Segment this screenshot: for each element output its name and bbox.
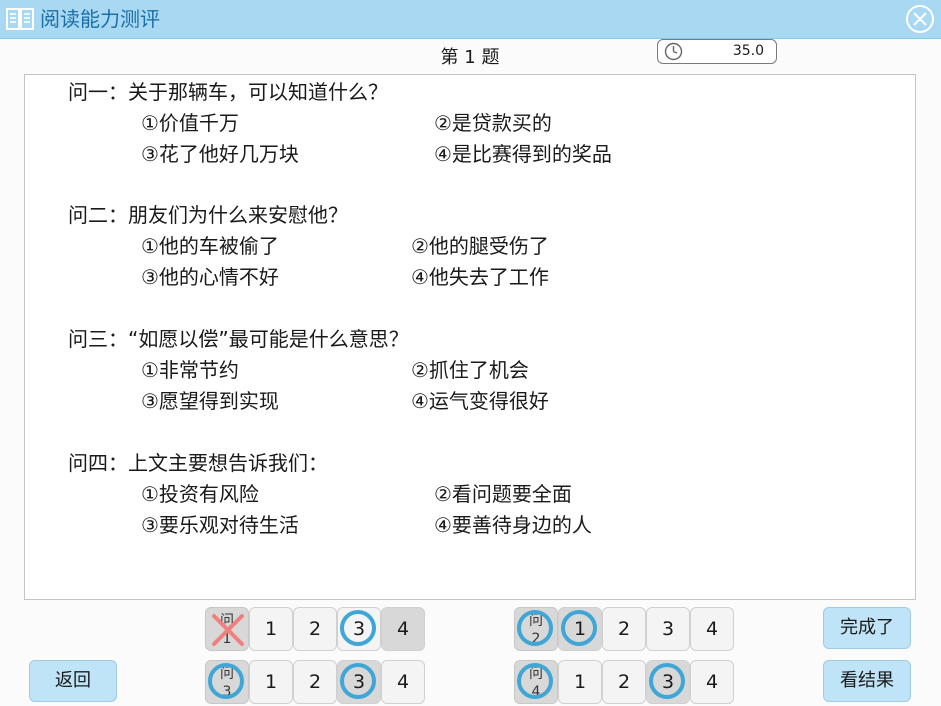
- q3-option-4: ④运气变得很好: [411, 389, 549, 413]
- question-3-text: 问三：“如愿以偿”最可能是什么意思？: [68, 327, 409, 351]
- answer-row-q1: 问 1 1 2 3 4: [205, 607, 425, 653]
- q2-option-3: ③他的心情不好: [141, 265, 279, 289]
- q3-option-3: ③愿望得到实现: [141, 389, 279, 413]
- q2-option-1: ①他的车被偷了: [141, 234, 279, 258]
- clock-icon: [664, 42, 683, 61]
- question-1-text: 问一：关于那辆车，可以知道什么？: [68, 80, 388, 104]
- answer-label-q2[interactable]: 问 2: [514, 607, 558, 651]
- q1-option-4: ④是比赛得到的奖品: [434, 142, 612, 166]
- answer-q1-choice-2[interactable]: 2: [293, 607, 337, 651]
- timer: 35.0: [657, 39, 777, 64]
- question-4-text: 问四：上文主要想告诉我们：: [68, 451, 328, 475]
- q2-option-2: ②他的腿受伤了: [411, 234, 549, 258]
- answer-row-q4: 问 4 1 2 3 4: [514, 660, 734, 706]
- answer-q2-choice-2[interactable]: 2: [602, 607, 646, 651]
- q3-option-2: ②抓住了机会: [411, 358, 529, 382]
- answer-q4-choice-4[interactable]: 4: [690, 660, 734, 704]
- answer-q1-choice-4[interactable]: 4: [381, 607, 425, 651]
- book-icon: [6, 8, 34, 30]
- answer-q3-choice-1[interactable]: 1: [249, 660, 293, 704]
- answer-label-q1[interactable]: 问 1: [205, 607, 249, 651]
- answer-q4-choice-3[interactable]: 3: [646, 660, 690, 704]
- back-button[interactable]: 返回: [29, 660, 117, 702]
- close-button[interactable]: [906, 5, 934, 33]
- answer-q2-choice-1[interactable]: 1: [558, 607, 602, 651]
- q4-option-1: ①投资有风险: [141, 482, 259, 506]
- answer-q1-choice-3[interactable]: 3: [337, 607, 381, 651]
- answer-q4-choice-2[interactable]: 2: [602, 660, 646, 704]
- app-title: 阅读能力测评: [40, 7, 160, 31]
- q1-option-1: ①价值千万: [141, 111, 239, 135]
- view-results-button[interactable]: 看结果: [823, 660, 911, 702]
- answer-q2-choice-3[interactable]: 3: [646, 607, 690, 651]
- timer-value: 35.0: [732, 43, 764, 59]
- done-button[interactable]: 完成了: [823, 607, 911, 649]
- answer-q3-choice-4[interactable]: 4: [381, 660, 425, 704]
- close-icon: [913, 12, 927, 26]
- answer-q4-choice-1[interactable]: 1: [558, 660, 602, 704]
- question-2-text: 问二：朋友们为什么来安慰他？: [68, 203, 348, 227]
- q2-option-4: ④他失去了工作: [411, 265, 549, 289]
- answer-q1-choice-1[interactable]: 1: [249, 607, 293, 651]
- title-bar: 阅读能力测评: [0, 0, 941, 39]
- q3-option-1: ①非常节约: [141, 358, 239, 382]
- q4-option-2: ②看问题要全面: [434, 482, 572, 506]
- answer-row-q3: 问 3 1 2 3 4: [205, 660, 425, 706]
- q4-option-4: ④要善待身边的人: [434, 513, 592, 537]
- answer-label-q4[interactable]: 问 4: [514, 660, 558, 704]
- q4-option-3: ③要乐观对待生活: [141, 513, 299, 537]
- answer-row-q2: 问 2 1 2 3 4: [514, 607, 734, 653]
- q1-option-2: ②是贷款买的: [434, 111, 552, 135]
- answer-q3-choice-2[interactable]: 2: [293, 660, 337, 704]
- answer-label-q3[interactable]: 问 3: [205, 660, 249, 704]
- answer-q3-choice-3[interactable]: 3: [337, 660, 381, 704]
- answer-q2-choice-4[interactable]: 4: [690, 607, 734, 651]
- q1-option-3: ③花了他好几万块: [141, 142, 299, 166]
- question-number: 第 1 题: [440, 47, 500, 68]
